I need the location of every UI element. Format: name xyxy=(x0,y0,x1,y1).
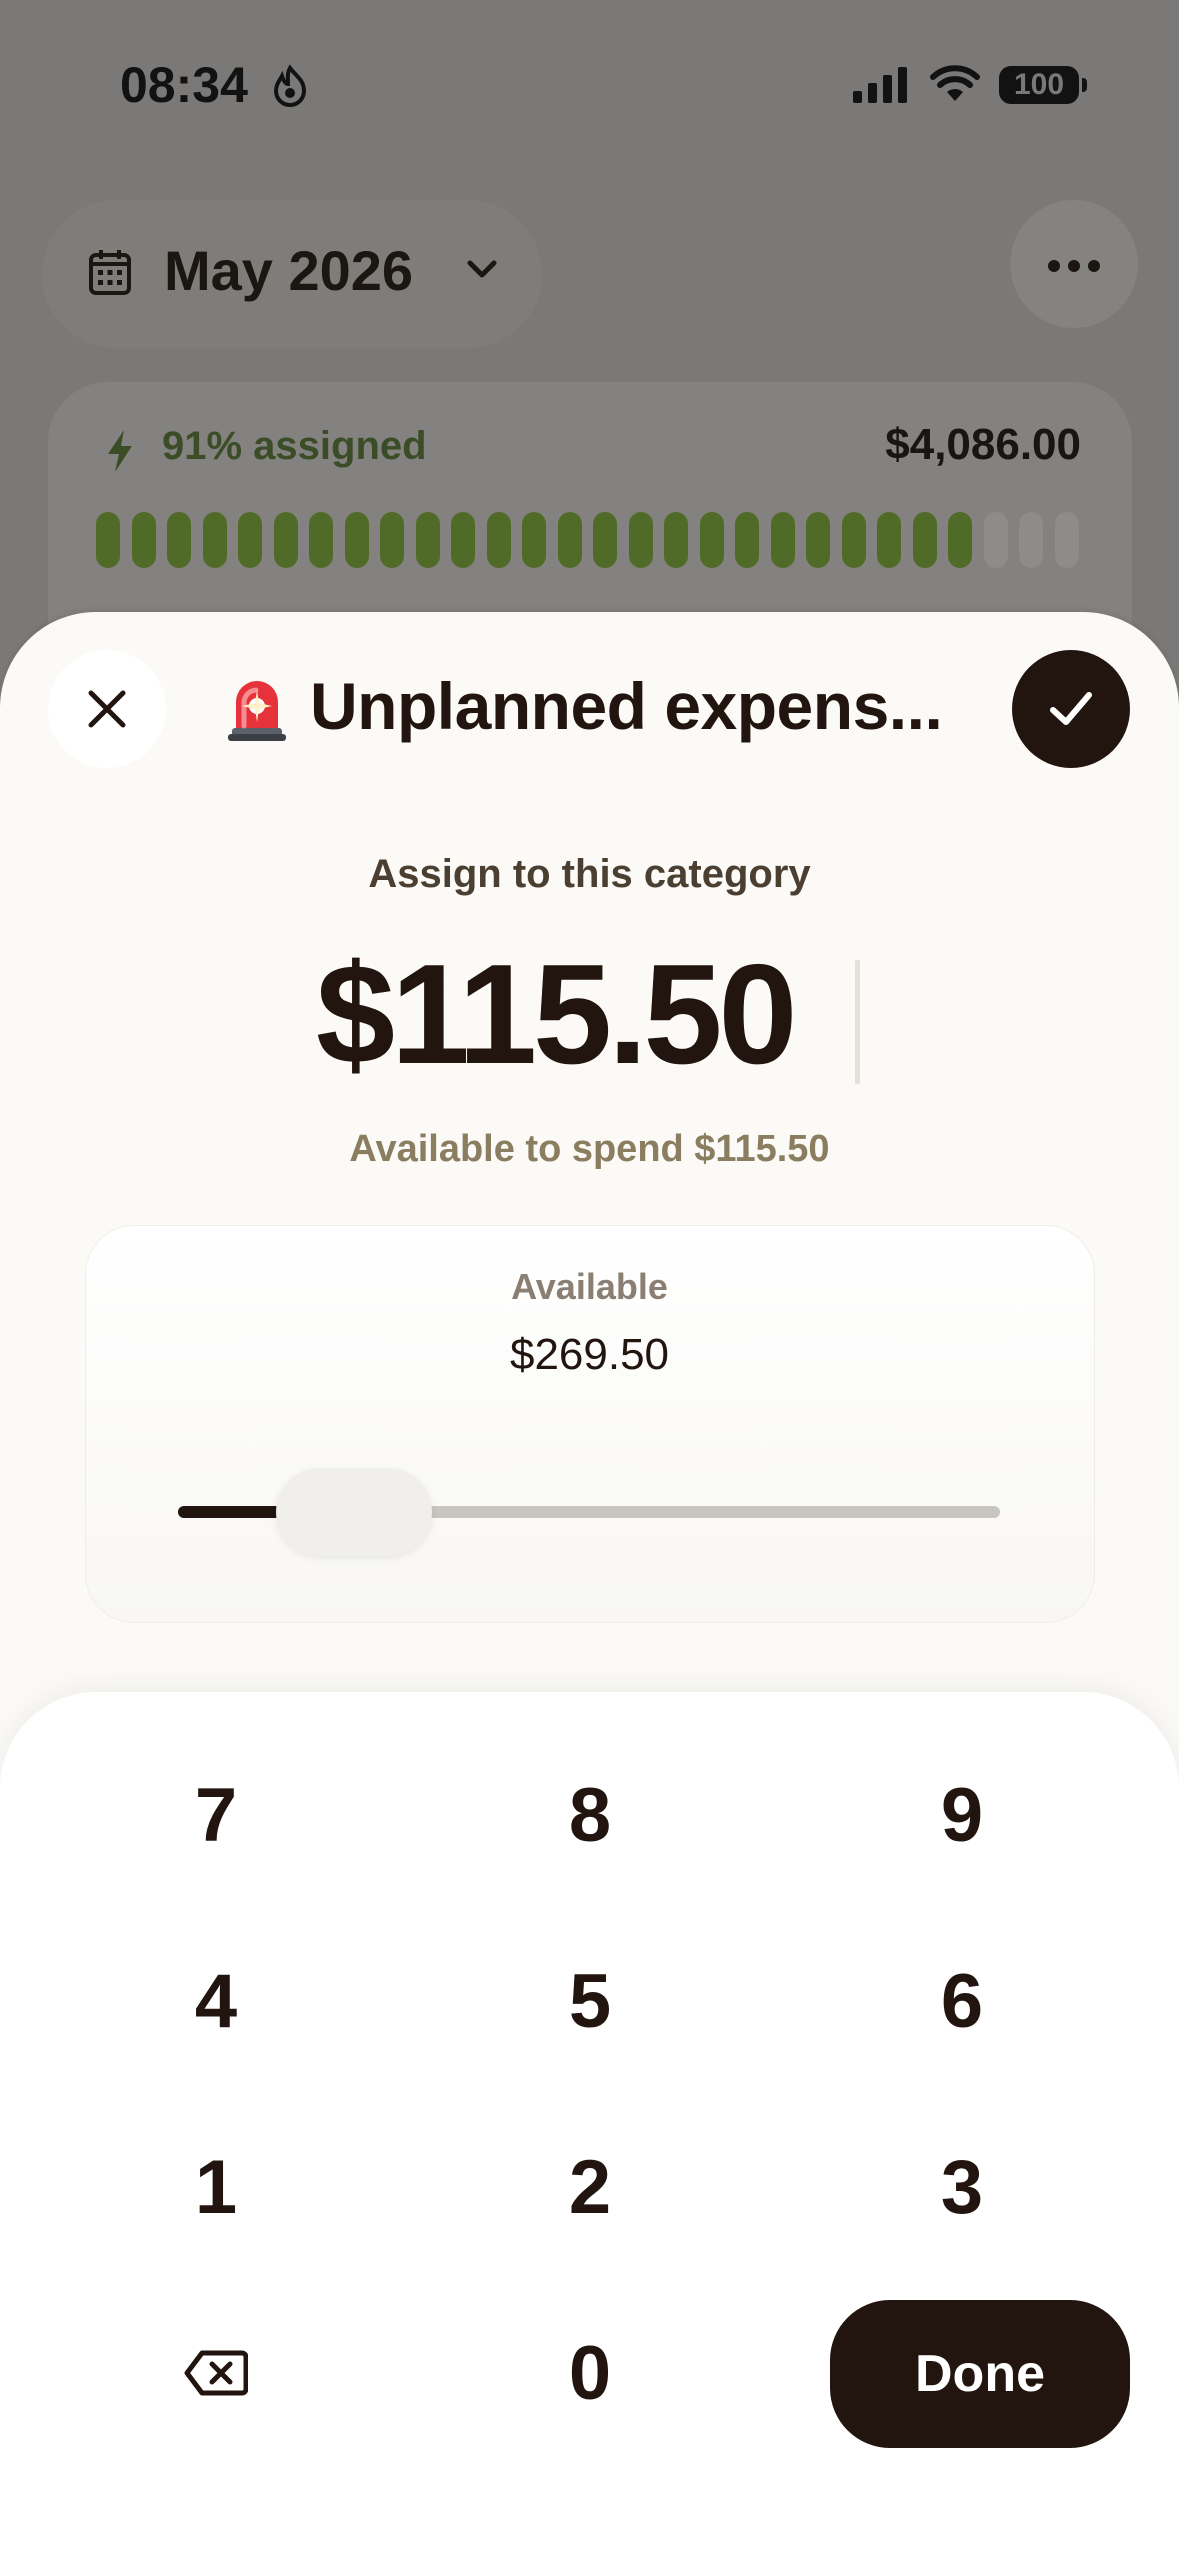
progress-segment xyxy=(557,512,582,568)
progress-segment xyxy=(841,512,866,568)
progress-segment xyxy=(380,512,404,568)
backspace-key[interactable] xyxy=(66,2298,366,2448)
siren-emoji-icon xyxy=(228,681,286,741)
progress-segment xyxy=(983,512,1008,568)
key-9[interactable]: 9 xyxy=(812,1740,1112,1890)
key-5[interactable]: 5 xyxy=(440,1926,740,2076)
progress-segment xyxy=(238,512,262,568)
progress-segment xyxy=(1054,512,1079,568)
close-button[interactable] xyxy=(48,650,166,768)
month-title: May 2026 xyxy=(164,239,414,302)
progress-segment xyxy=(770,512,795,568)
battery-indicator: 100 xyxy=(999,66,1087,104)
close-icon xyxy=(88,690,126,728)
progress-segment xyxy=(877,512,901,568)
calendar-icon xyxy=(89,250,131,295)
key-3[interactable]: 3 xyxy=(812,2112,1112,2262)
progress-segment xyxy=(451,512,475,568)
progress-segment xyxy=(735,512,759,568)
amount-slider-thumb[interactable] xyxy=(276,1468,433,1556)
progress-segment xyxy=(593,512,617,568)
key-8[interactable]: 8 xyxy=(440,1740,740,1890)
backspace-icon xyxy=(184,2350,248,2396)
battery-level: 100 xyxy=(1013,68,1065,101)
progress-segment xyxy=(202,512,227,568)
assigned-amount: $4,086.00 xyxy=(885,420,1081,469)
checkmark-icon xyxy=(1050,692,1092,725)
progress-segment xyxy=(273,512,298,568)
key-6[interactable]: 6 xyxy=(812,1926,1112,2076)
progress-segment xyxy=(415,512,440,568)
available-label: Available xyxy=(511,1266,668,1307)
status-icons: 100 xyxy=(851,62,1087,108)
progress-segment xyxy=(344,512,369,568)
progress-segment xyxy=(948,512,972,568)
key-4[interactable]: 4 xyxy=(66,1926,366,2076)
done-button[interactable]: Done xyxy=(830,2300,1130,2448)
chevron-down-icon xyxy=(467,260,497,278)
text-cursor xyxy=(855,960,860,1084)
more-icon xyxy=(1048,260,1100,272)
progress-segment xyxy=(664,512,688,568)
bolt-icon xyxy=(108,430,132,472)
progress-segment xyxy=(522,512,546,568)
category-title: Unplanned expens... xyxy=(310,669,943,743)
available-value: $269.50 xyxy=(509,1330,670,1379)
key-1[interactable]: 1 xyxy=(66,2112,366,2262)
available-to-spend: Available to spend $115.50 xyxy=(349,1128,830,1170)
progress-segment xyxy=(806,512,830,568)
wifi-icon xyxy=(930,65,980,101)
assigned-progress-bar xyxy=(96,512,1079,568)
amount-input[interactable]: $115.50 xyxy=(316,940,797,1090)
progress-segment xyxy=(131,512,156,568)
progress-segment xyxy=(628,512,653,568)
key-7[interactable]: 7 xyxy=(66,1740,366,1890)
assign-label: Assign to this category xyxy=(368,852,811,896)
signal-icon xyxy=(853,67,907,103)
confirm-button[interactable] xyxy=(1012,650,1130,768)
progress-segment xyxy=(912,512,937,568)
progress-segment xyxy=(486,512,511,568)
key-2[interactable]: 2 xyxy=(440,2112,740,2262)
progress-segment xyxy=(699,512,724,568)
progress-segment xyxy=(167,512,191,568)
hotspot-icon xyxy=(273,64,307,107)
key-0[interactable]: 0 xyxy=(440,2298,740,2448)
progress-segment xyxy=(1019,512,1043,568)
progress-segment xyxy=(309,512,333,568)
assigned-percent-label: 91% assigned xyxy=(162,424,427,468)
status-time: 08:34 xyxy=(120,57,248,113)
progress-segment xyxy=(96,512,120,568)
status-bar: 08:34 100 xyxy=(0,0,1179,180)
